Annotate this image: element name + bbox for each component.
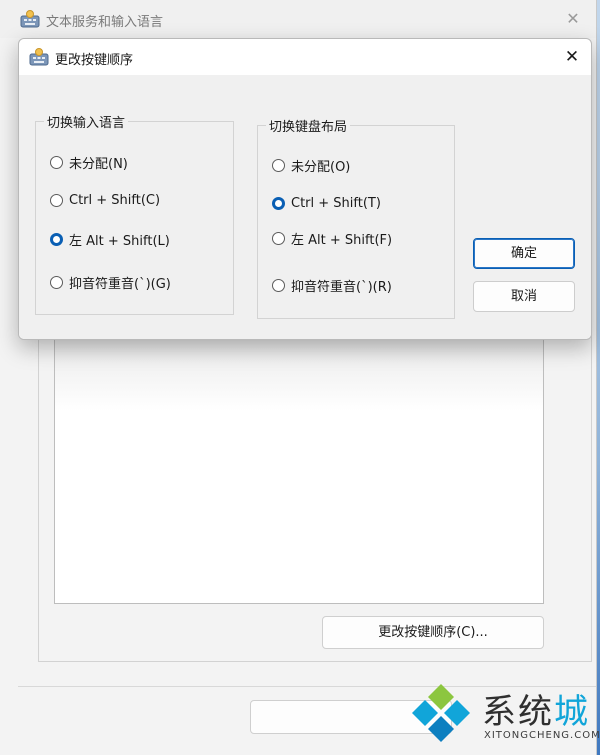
radio-button[interactable]	[272, 158, 285, 172]
radio-button[interactable]	[272, 278, 285, 292]
input-language-group: 切换输入语言 未分配(N) Ctrl + Shift(C) 左 Alt + Sh…	[35, 112, 234, 315]
radio-label: 左 Alt + Shift(L)	[69, 233, 170, 249]
watermark-brand: 系统城	[482, 684, 590, 733]
radio-button[interactable]	[272, 231, 285, 245]
radio-label: 未分配(N)	[69, 156, 128, 172]
radio-button-checked[interactable]	[50, 232, 63, 246]
outer-titlebar: 文本服务和输入语言 ✕	[0, 0, 596, 38]
radio-label: 抑音符重音(`)(R)	[291, 279, 392, 295]
radio-label: 未分配(O)	[291, 159, 351, 175]
dialog-titlebar: 更改按键顺序 ✕	[19, 39, 591, 75]
input-language-option-alt-shift[interactable]: 左 Alt + Shift(L)	[50, 229, 170, 249]
watermark-logo: 系统城 XITONGCHENG.COM	[404, 680, 600, 755]
diamond-logo-icon	[412, 684, 470, 742]
radio-label: Ctrl + Shift(C)	[69, 192, 161, 208]
outer-list-box[interactable]	[54, 330, 544, 604]
radio-button-checked[interactable]	[272, 196, 285, 210]
keyboard-layout-option-none[interactable]: 未分配(O)	[272, 155, 350, 175]
input-language-group-label: 切换输入语言	[44, 112, 129, 131]
input-language-option-none[interactable]: 未分配(N)	[50, 152, 128, 172]
dialog-title: 更改按键顺序	[55, 53, 134, 68]
input-language-option-ctrl-shift[interactable]: Ctrl + Shift(C)	[50, 190, 160, 210]
list-shadow	[55, 331, 543, 411]
radio-label: 左 Alt + Shift(F)	[291, 232, 393, 248]
change-key-sequence-dialog: 更改按键顺序 ✕ 切换输入语言 未分配(N) Ctrl + Shift(C) 左…	[18, 38, 592, 340]
keyboard-layout-option-alt-shift[interactable]: 左 Alt + Shift(F)	[272, 228, 392, 248]
keyboard-layout-option-grave[interactable]: 抑音符重音(`)(R)	[272, 275, 392, 295]
keyboard-app-icon	[20, 10, 40, 28]
dialog-close-icon[interactable]: ✕	[559, 44, 585, 70]
radio-button[interactable]	[50, 275, 63, 289]
radio-button[interactable]	[50, 155, 63, 169]
watermark-brand-accent: 城	[554, 692, 590, 732]
radio-label: Ctrl + Shift(T)	[291, 195, 381, 211]
keyboard-layout-option-ctrl-shift[interactable]: Ctrl + Shift(T)	[272, 193, 381, 213]
cancel-button[interactable]: 取消	[473, 281, 575, 312]
change-key-sequence-button[interactable]: 更改按键顺序(C)...	[322, 616, 544, 649]
ok-button[interactable]: 确定	[473, 238, 575, 269]
input-language-option-grave[interactable]: 抑音符重音(`)(G)	[50, 272, 171, 292]
keyboard-layout-group: 切换键盘布局 未分配(O) Ctrl + Shift(T) 左 Alt + Sh…	[257, 116, 455, 319]
radio-button[interactable]	[50, 193, 63, 207]
watermark-domain: XITONGCHENG.COM	[484, 730, 600, 741]
outer-close-icon[interactable]: ✕	[562, 8, 584, 30]
watermark-brand-main: 系统	[482, 692, 554, 732]
keyboard-layout-group-label: 切换键盘布局	[266, 116, 351, 135]
outer-window-title: 文本服务和输入语言	[46, 15, 164, 30]
radio-label: 抑音符重音(`)(G)	[69, 276, 171, 292]
dialog-body: 切换输入语言 未分配(N) Ctrl + Shift(C) 左 Alt + Sh…	[19, 75, 591, 339]
keyboard-app-icon	[29, 48, 49, 66]
